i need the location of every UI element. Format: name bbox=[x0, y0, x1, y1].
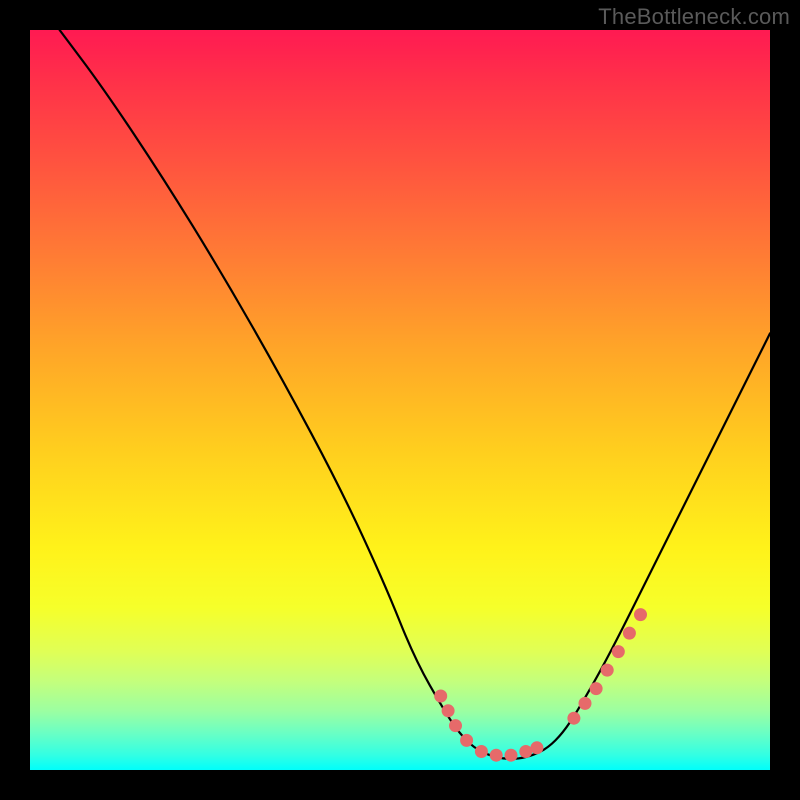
bottleneck-curve bbox=[60, 30, 770, 759]
data-dot bbox=[612, 645, 625, 658]
data-dots bbox=[434, 608, 647, 762]
plot-area bbox=[30, 30, 770, 770]
data-dot bbox=[490, 749, 503, 762]
data-dot bbox=[475, 745, 488, 758]
chart-frame: TheBottleneck.com bbox=[0, 0, 800, 800]
data-dot bbox=[505, 749, 518, 762]
data-dot bbox=[590, 682, 603, 695]
watermark-text: TheBottleneck.com bbox=[598, 4, 790, 30]
data-dot bbox=[442, 704, 455, 717]
data-dot bbox=[567, 712, 580, 725]
data-dot bbox=[449, 719, 462, 732]
data-dot bbox=[434, 690, 447, 703]
data-dot bbox=[460, 734, 473, 747]
curve-layer bbox=[30, 30, 770, 770]
data-dot bbox=[601, 664, 614, 677]
data-dot bbox=[579, 697, 592, 710]
data-dot bbox=[519, 745, 532, 758]
data-dot bbox=[530, 741, 543, 754]
data-dot bbox=[634, 608, 647, 621]
data-dot bbox=[623, 627, 636, 640]
